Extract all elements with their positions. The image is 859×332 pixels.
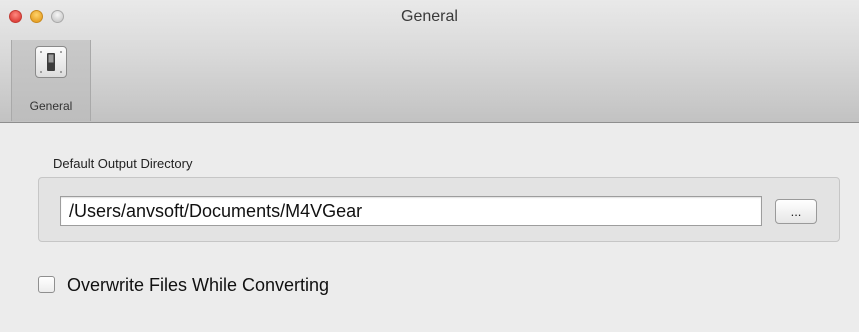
toolbar-item-general[interactable]: General <box>11 40 91 121</box>
window-title: General <box>401 8 458 25</box>
toolbar-item-label: General <box>29 99 73 113</box>
output-path-field[interactable] <box>60 196 762 226</box>
overwrite-checkbox[interactable] <box>38 276 55 293</box>
output-directory-title: Default Output Directory <box>53 156 193 171</box>
titlebar-toolbar: General General <box>0 0 859 123</box>
overwrite-label[interactable]: Overwrite Files While Converting <box>67 275 329 296</box>
general-switch-icon <box>35 46 67 78</box>
browse-button[interactable]: ... <box>775 199 817 224</box>
preferences-window: General General Default Output Directory… <box>0 0 859 332</box>
